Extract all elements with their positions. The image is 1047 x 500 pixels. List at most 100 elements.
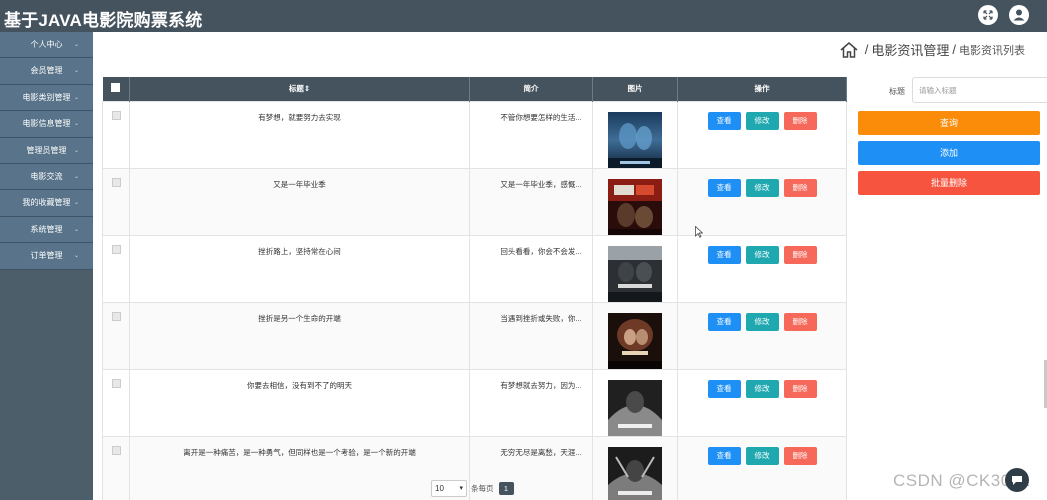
- breadcrumb-separator: /: [952, 42, 956, 57]
- sidebar-item-personal-center[interactable]: 个人中心 ⌄: [0, 32, 93, 59]
- view-button[interactable]: 查看: [707, 178, 741, 197]
- image-cell: [592, 435, 678, 500]
- delete-button[interactable]: 删除: [783, 111, 817, 130]
- breadcrumb: / 电影资讯管理 / 电影资讯列表: [839, 40, 1025, 59]
- sidebar-menu: 个人中心 ⌄ 会员管理 ⌄ 电影类别管理 ⌄ 电影信息管理 ⌄ 管理员管理 ⌄ 电影交流 ⌄…: [0, 32, 93, 270]
- actions-cell: 查看 修改 删除: [677, 234, 847, 303]
- chevron-down-icon: ▾: [459, 485, 463, 492]
- sidebar-item-label: 电影信息管理: [22, 119, 71, 129]
- movie-poster-image: [608, 178, 662, 235]
- table-row: 有梦想，就要努力去实现 不管你想要怎样的生活... 查看 修改 删除: [102, 100, 847, 169]
- table-row: 挫折是另一个生命的开端 当遇到挫折或失败，你... 查看 修改 删除: [102, 301, 847, 370]
- chevron-down-icon: ⌄: [73, 94, 79, 101]
- delete-button[interactable]: 删除: [783, 245, 817, 264]
- actions-cell: 查看 修改 删除: [677, 100, 847, 169]
- fullscreen-icon[interactable]: [978, 5, 998, 25]
- title-cell: 挫折是另一个生命的开端: [129, 301, 470, 370]
- view-button[interactable]: 查看: [707, 379, 741, 398]
- view-button[interactable]: 查看: [707, 111, 741, 130]
- breadcrumb-item-news-list: 电影资讯列表: [959, 44, 1025, 57]
- sidebar-item-label: 管理员管理: [26, 145, 67, 155]
- edit-button[interactable]: 修改: [745, 312, 779, 331]
- batch-delete-button[interactable]: 批量删除: [858, 171, 1040, 195]
- movie-poster-image: [608, 245, 662, 302]
- edit-button[interactable]: 修改: [745, 111, 779, 130]
- search-title-input[interactable]: [912, 77, 1047, 103]
- delete-button[interactable]: 删除: [783, 178, 817, 197]
- view-button[interactable]: 查看: [707, 245, 741, 264]
- row-check-cell: [102, 100, 130, 169]
- edit-button[interactable]: 修改: [745, 245, 779, 264]
- title-cell: 挫折路上，坚持常在心间: [129, 234, 470, 303]
- breadcrumb-item-news-management[interactable]: 电影资讯管理: [871, 40, 949, 59]
- sidebar-item-label: 我的收藏管理: [22, 198, 71, 208]
- chevron-down-icon: ⌄: [73, 68, 79, 75]
- mouse-cursor-icon: [695, 226, 703, 238]
- view-button[interactable]: 查看: [707, 312, 741, 331]
- column-header-actions: 操作: [677, 77, 847, 101]
- column-header-title[interactable]: 标题⇕: [129, 77, 470, 101]
- sidebar-item-label: 电影交流: [30, 171, 63, 181]
- sidebar-item-movie-categories[interactable]: 电影类别管理 ⌄: [0, 85, 93, 112]
- row-check-cell: [102, 368, 130, 437]
- image-cell: [592, 100, 678, 169]
- top-bar: 基于JAVA电影院购票系统: [0, 0, 1047, 32]
- chevron-down-icon: ⌄: [73, 147, 79, 154]
- query-button[interactable]: 查询: [858, 111, 1040, 135]
- user-icon[interactable]: [1009, 5, 1029, 25]
- sidebar-item-system[interactable]: 系统管理 ⌄: [0, 217, 93, 244]
- chevron-down-icon: ⌄: [73, 200, 79, 207]
- column-header-image: 图片: [592, 77, 678, 101]
- actions-cell: 查看 修改 删除: [677, 301, 847, 370]
- delete-button[interactable]: 删除: [783, 446, 817, 465]
- row-check-cell: [102, 167, 130, 236]
- select-all-checkbox[interactable]: [111, 83, 121, 93]
- row-check-cell: [102, 234, 130, 303]
- delete-button[interactable]: 删除: [783, 379, 817, 398]
- select-all-header: [102, 77, 130, 101]
- sidebar-item-label: 电影类别管理: [22, 92, 71, 102]
- row-checkbox[interactable]: [111, 244, 121, 254]
- intro-cell: 回头看看，你会不会发...: [469, 234, 593, 303]
- chevron-down-icon: ⌄: [73, 42, 79, 48]
- sidebar-item-label: 系统管理: [30, 224, 63, 234]
- image-cell: [592, 301, 678, 370]
- table-body: 有梦想，就要努力去实现 不管你想要怎样的生活... 查看 修改 删除 又是一年毕业季…: [102, 100, 847, 500]
- sidebar-item-favorites[interactable]: 我的收藏管理 ⌄: [0, 190, 93, 217]
- home-icon[interactable]: [839, 41, 859, 59]
- page-number-button[interactable]: 1: [498, 482, 514, 495]
- row-checkbox[interactable]: [111, 177, 121, 187]
- view-button[interactable]: 查看: [707, 446, 741, 465]
- intro-cell: 又是一年毕业季，感慨...: [469, 167, 593, 236]
- chevron-down-icon: ⌄: [73, 121, 79, 128]
- sidebar-item-movie-info[interactable]: 电影信息管理 ⌄: [0, 111, 93, 138]
- chevron-down-icon: ⌄: [73, 173, 79, 180]
- row-checkbox[interactable]: [111, 110, 121, 120]
- edit-button[interactable]: 修改: [745, 379, 779, 398]
- row-checkbox[interactable]: [111, 311, 121, 321]
- title-cell: 有梦想，就要努力去实现: [129, 100, 470, 169]
- movie-poster-image: [608, 379, 662, 436]
- delete-button[interactable]: 删除: [783, 312, 817, 331]
- sidebar-item-label: 订单管理: [30, 251, 63, 261]
- page-size-select[interactable]: 10 ▾: [431, 480, 467, 497]
- per-page-label: 条每页: [471, 484, 494, 493]
- image-cell: [592, 167, 678, 236]
- sidebar-item-movie-forum[interactable]: 电影交流 ⌄: [0, 164, 93, 191]
- row-checkbox[interactable]: [111, 378, 121, 388]
- add-button[interactable]: 添加: [858, 141, 1040, 165]
- title-cell: 你要去相信，没有到不了的明天: [129, 368, 470, 437]
- sidebar-item-admins[interactable]: 管理员管理 ⌄: [0, 138, 93, 164]
- column-header-intro: 简介: [469, 77, 593, 101]
- sidebar-item-label: 个人中心: [30, 40, 63, 49]
- edit-button[interactable]: 修改: [745, 446, 779, 465]
- table-row: 你要去相信，没有到不了的明天 有梦想就去努力，因为... 查看 修改 删除: [102, 368, 847, 437]
- sidebar-item-members[interactable]: 会员管理 ⌄: [0, 58, 93, 85]
- chat-bubble-icon[interactable]: [1005, 468, 1029, 492]
- sidebar-item-orders[interactable]: 订单管理 ⌄: [0, 243, 93, 270]
- image-cell: [592, 234, 678, 303]
- search-title-label: 标题: [889, 87, 905, 96]
- edit-button[interactable]: 修改: [745, 178, 779, 197]
- row-checkbox[interactable]: [111, 445, 121, 455]
- title-cell: 又是一年毕业季: [129, 167, 470, 236]
